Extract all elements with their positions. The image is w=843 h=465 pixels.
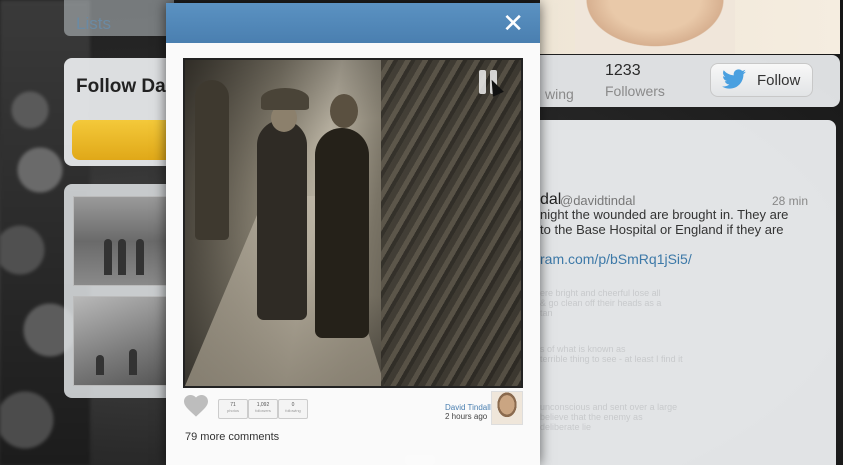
follow-button[interactable]: Follow: [710, 63, 813, 97]
bottom-indicator: [405, 455, 435, 465]
lists-tab[interactable]: Lists: [64, 0, 174, 36]
author-avatar[interactable]: [491, 391, 523, 425]
thumbnail-photo[interactable]: [73, 296, 168, 386]
thumbnail-photo[interactable]: [73, 196, 168, 286]
author-name[interactable]: David Tindall: [445, 403, 491, 412]
heart-icon[interactable]: [184, 395, 208, 417]
screen: Lists Follow Da wing 1233 Followers Foll…: [0, 0, 843, 465]
author-time: 2 hours ago: [445, 412, 488, 421]
photos-stat[interactable]: 71 photos: [218, 399, 248, 419]
close-icon[interactable]: ✕: [502, 10, 524, 36]
follow-button-label: Follow: [757, 72, 801, 89]
tweet-text-line: to the Base Hospital or England if they …: [540, 222, 784, 237]
followers-stat[interactable]: 1,092 followers: [248, 399, 278, 419]
lists-label: Lists: [76, 14, 111, 33]
faded-text-line: s of what is known as: [540, 344, 626, 354]
faded-text-line: believe that the enemy as: [540, 412, 643, 422]
tweet-handle[interactable]: @davidtindal: [560, 193, 635, 208]
following-label: wing: [545, 86, 574, 102]
followers-count[interactable]: 1233: [605, 62, 641, 80]
faded-text-line: deliberate lie: [540, 422, 592, 432]
modal-header: ✕: [166, 3, 540, 43]
photo-modal: ✕ 71 photos 1,092 followers 0 following …: [166, 3, 540, 465]
tweet-text-line: night the wounded are brought in. They a…: [540, 207, 789, 222]
background-soldier: [195, 80, 229, 240]
faded-text-line: tan: [540, 308, 553, 318]
modal-photo[interactable]: [183, 58, 523, 388]
wounded-soldier-figure: [315, 128, 369, 338]
faded-text-line: unconscious and sent over a large: [540, 402, 678, 412]
tweet-link[interactable]: ram.com/p/bSmRq1jSi5/: [540, 251, 692, 267]
twitter-bird-icon: [722, 69, 746, 89]
faded-text-line: terrible thing to see - at least I find …: [540, 354, 683, 364]
follow-action-bar[interactable]: [72, 120, 174, 160]
soldier-figure: [257, 120, 307, 320]
more-comments-link[interactable]: 79 more comments: [185, 431, 279, 443]
following-stat[interactable]: 0 following: [278, 399, 308, 419]
profile-portrait: [575, 0, 735, 54]
follow-card: Follow Da: [64, 58, 174, 166]
followers-label: Followers: [605, 83, 665, 99]
follow-title: Follow Da: [76, 76, 166, 97]
wounded-soldier-head: [330, 94, 358, 128]
faded-text-line: ere bright and cheerful lose all: [540, 288, 661, 298]
tweet-time: 28 min: [772, 194, 809, 208]
faded-text-line: & go clean off their heads as a: [540, 298, 662, 308]
trench-wall: [381, 60, 521, 386]
soldier-helmet: [261, 88, 309, 110]
photo-thumbnails: [64, 184, 174, 398]
